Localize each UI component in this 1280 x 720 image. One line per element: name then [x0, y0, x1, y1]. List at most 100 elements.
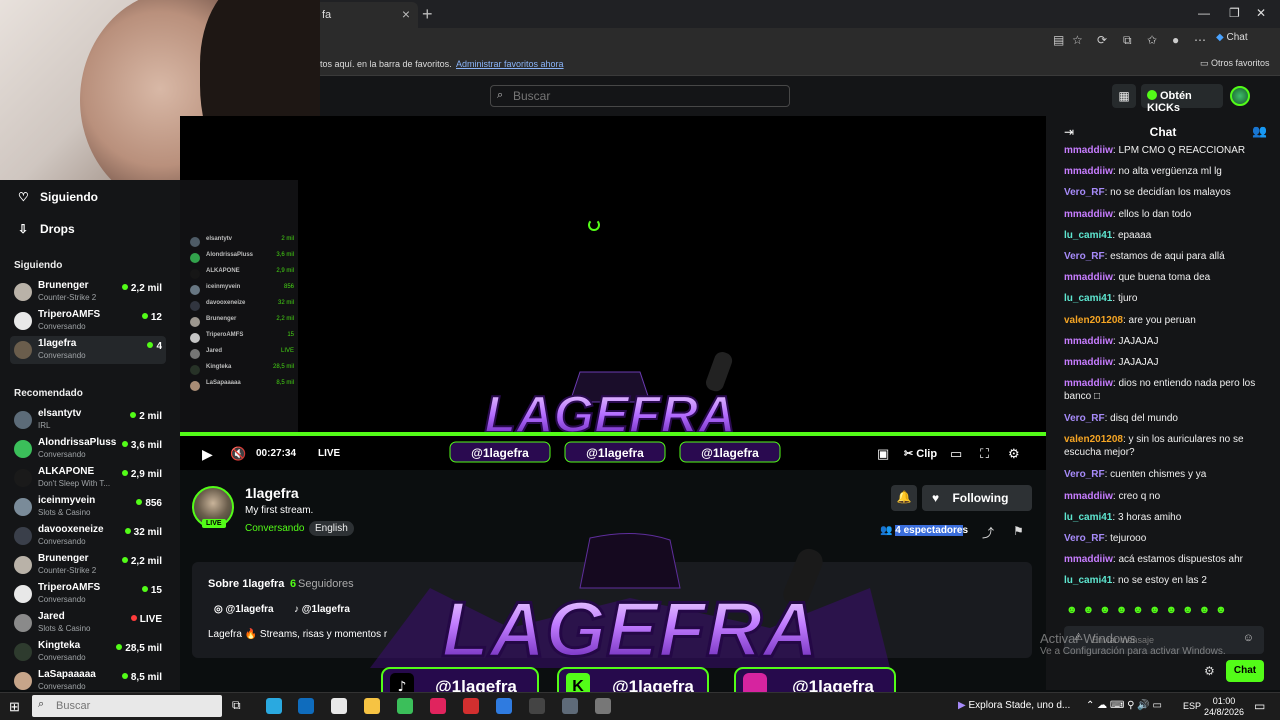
maximize-icon[interactable]: ❐: [1229, 6, 1240, 20]
sidebar-channel[interactable]: Jared Slots & Casino LIVE: [10, 609, 166, 637]
stream-category[interactable]: Conversando: [245, 523, 304, 534]
chat-username[interactable]: mmaddiiw: [1064, 554, 1113, 565]
chat-users-icon[interactable]: 👥: [1252, 124, 1267, 138]
chat-username[interactable]: mmaddiiw: [1064, 491, 1113, 502]
chat-username[interactable]: valen201208: [1064, 315, 1123, 326]
profile-icon[interactable]: ●: [1172, 33, 1179, 47]
chat-username[interactable]: lu_cami41: [1064, 230, 1112, 241]
sidebar-channel[interactable]: Kingteka Conversando 28,5 mil: [10, 638, 166, 666]
chat-username[interactable]: mmaddiiw: [1064, 357, 1113, 368]
sidebar-channel[interactable]: 1lagefra Conversando 4: [10, 336, 166, 364]
chat-username[interactable]: Vero_RF: [1064, 251, 1105, 262]
new-tab-icon[interactable]: +: [422, 4, 433, 25]
close-window-icon[interactable]: ✕: [1256, 6, 1266, 20]
library-button[interactable]: ▦: [1112, 84, 1136, 108]
app-icon-red[interactable]: [430, 698, 446, 714]
following-button[interactable]: ♥ Following: [922, 485, 1032, 511]
refresh-icon[interactable]: ⟳: [1097, 33, 1107, 47]
settings-gear-icon[interactable]: ⚙: [1008, 446, 1020, 462]
app-icon-dark[interactable]: [529, 698, 545, 714]
sidebar-channel[interactable]: davooxeneize Conversando 32 mil: [10, 522, 166, 550]
store-app-icon[interactable]: [331, 698, 347, 714]
sidebar-channel[interactable]: Brunenger Counter-Strike 2 2,2 mil: [10, 551, 166, 579]
channel-name[interactable]: 1lagefra: [245, 485, 299, 501]
volume-muted-icon[interactable]: 🔇: [230, 446, 246, 462]
emoji-icon[interactable]: ☺: [1243, 632, 1254, 644]
user-avatar[interactable]: [1230, 86, 1250, 106]
tray-icons[interactable]: ⌃ ☁ ⌨ ⚲ 🔊 ▭: [1086, 700, 1162, 711]
notifications-button[interactable]: 🔔: [891, 485, 917, 511]
share-icon[interactable]: ⤴: [982, 524, 994, 541]
sidebar-channel[interactable]: TriperoAMFS Conversando 15: [10, 580, 166, 608]
nav-following[interactable]: ♡ Siguiendo: [18, 190, 98, 204]
manage-favorites-link[interactable]: Administrar favoritos ahora: [456, 59, 564, 69]
chat-username[interactable]: valen201208: [1064, 434, 1123, 445]
sidebar-channel[interactable]: ALKAPONE Don't Sleep With T... 2,9 mil: [10, 464, 166, 492]
more-icon[interactable]: ⋯: [1194, 33, 1206, 47]
search-box[interactable]: ⌕: [490, 85, 790, 107]
notifications-icon[interactable]: ▭: [1254, 699, 1265, 713]
chat-username[interactable]: lu_cami41: [1064, 512, 1112, 523]
theater-mode-icon[interactable]: ▣: [877, 446, 889, 462]
extensions-icon[interactable]: ⧉: [1123, 33, 1132, 48]
chat-username[interactable]: Vero_RF: [1064, 413, 1105, 424]
chat-username[interactable]: lu_cami41: [1064, 293, 1112, 304]
favorites-icon[interactable]: ✩: [1147, 33, 1157, 47]
nav-drops[interactable]: ⇩ Drops: [18, 222, 75, 236]
pip-icon[interactable]: ▭: [950, 446, 962, 462]
fullscreen-icon[interactable]: ⛶: [980, 446, 989, 462]
language-tag[interactable]: English: [309, 521, 354, 536]
settings-app-icon[interactable]: [595, 698, 611, 714]
tiktok-link[interactable]: ♪ @1lagefra: [294, 604, 350, 615]
chat-username[interactable]: mmaddiiw: [1064, 378, 1113, 389]
taskbar-search-input[interactable]: [56, 698, 196, 714]
chat-settings-icon[interactable]: ⚙: [1204, 664, 1215, 678]
taskbar-news[interactable]: ▶ Explora Stade, uno d...: [958, 700, 1070, 711]
quick-emotes-row[interactable]: ☻☻☻☻☻☻☻☻☻☻: [1066, 604, 1232, 616]
report-flag-icon[interactable]: ⚑: [1013, 524, 1024, 538]
language-indicator[interactable]: ESP: [1183, 701, 1201, 711]
instagram-link[interactable]: ◎ @1lagefra: [214, 604, 274, 615]
get-kicks-button[interactable]: Obtén KICKs: [1141, 84, 1223, 114]
chat-username[interactable]: mmaddiiw: [1064, 336, 1113, 347]
search-input[interactable]: [513, 88, 783, 104]
chat-username[interactable]: mmaddiiw: [1064, 145, 1113, 156]
chat-username[interactable]: mmaddiiw: [1064, 272, 1113, 283]
chat-username[interactable]: lu_cami41: [1064, 575, 1112, 586]
sidebar-channel[interactable]: AlondrissaPluss Conversando 3,6 mil: [10, 435, 166, 463]
close-tab-icon[interactable]: ×: [402, 6, 410, 22]
windows-start-icon[interactable]: ⊞: [9, 699, 20, 715]
app-icon-obs[interactable]: [463, 698, 479, 714]
video-player[interactable]: elsantytv 2 mil AlondrissaPluss 3,6 mil ALKA…: [180, 116, 1046, 470]
browser-tab[interactable]: fa ×: [310, 2, 418, 28]
app-icon-grey[interactable]: [562, 698, 578, 714]
favorite-star-icon[interactable]: ☆: [1072, 33, 1083, 47]
chat-username[interactable]: Vero_RF: [1064, 533, 1105, 544]
sidebar-channel[interactable]: LaSapaaaaa Conversando 8,5 mil: [10, 667, 166, 695]
chat-username[interactable]: Vero_RF: [1064, 187, 1105, 198]
sidebar-channel[interactable]: TriperoAMFS Conversando 12: [10, 307, 166, 335]
task-view-icon[interactable]: ⧉: [232, 698, 248, 714]
other-favorites[interactable]: ▭ Otros favoritos: [1200, 58, 1270, 69]
live-indicator[interactable]: LIVE: [318, 448, 340, 459]
chat-username[interactable]: mmaddiiw: [1064, 166, 1113, 177]
progress-bar[interactable]: [180, 432, 1046, 436]
chat-username[interactable]: mmaddiiw: [1064, 209, 1113, 220]
chat-send-button[interactable]: Chat: [1226, 660, 1264, 682]
edge-app-icon[interactable]: [496, 698, 512, 714]
clip-button[interactable]: ✂ Clip: [904, 447, 937, 460]
sidebar-channel[interactable]: Brunenger Counter-Strike 2 2,2 mil: [10, 278, 166, 306]
taskbar-search[interactable]: ⌕: [32, 695, 222, 717]
sidebar-channel[interactable]: elsantytv IRL 2 mil: [10, 406, 166, 434]
copilot-app-icon[interactable]: [266, 698, 282, 714]
outlook-app-icon[interactable]: [298, 698, 314, 714]
play-icon[interactable]: ▶: [202, 446, 213, 463]
minimize-icon[interactable]: —: [1198, 6, 1210, 20]
reader-icon[interactable]: ▤: [1053, 33, 1064, 47]
explorer-app-icon[interactable]: [364, 698, 380, 714]
copilot-button[interactable]: ◆ Chat: [1216, 32, 1248, 43]
sidebar-channel[interactable]: iceinmyvein Slots & Casino 856: [10, 493, 166, 521]
app-icon-green[interactable]: [397, 698, 413, 714]
taskbar-clock[interactable]: 01:00 24/8/2026: [1204, 696, 1244, 718]
chat-username[interactable]: Vero_RF: [1064, 469, 1105, 480]
